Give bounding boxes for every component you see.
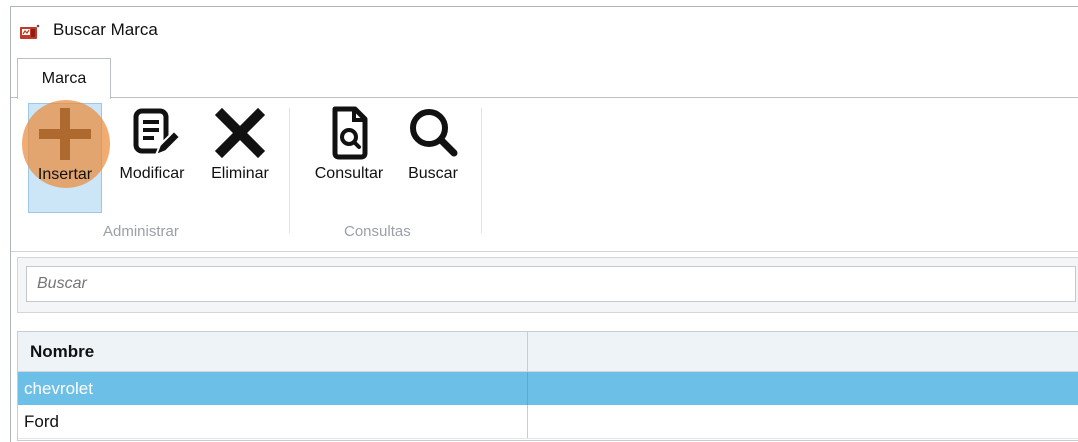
cell-empty [528,405,1078,438]
window-title: Buscar Marca [53,20,158,39]
modificar-button[interactable]: Modificar [106,103,198,211]
group-divider [289,108,290,233]
consultar-button[interactable]: Consultar [303,103,395,211]
app-window-icon [20,24,40,39]
magnifier-icon [410,109,458,157]
cell-nombre: Ford [18,405,528,438]
consultar-label: Consultar [314,165,384,182]
buscar-button[interactable]: Buscar [397,103,469,211]
table-row[interactable]: chevrolet [18,372,1078,405]
ribbon-toolbar: Insertar Modificar Eliminar Administrar [11,97,1078,252]
marcas-grid: Nombre chevrolet Ford [17,331,1078,441]
group-divider [481,108,482,233]
group-label-consultas: Consultas [344,223,411,240]
delete-x-icon [214,107,266,159]
search-panel [17,257,1078,313]
insertar-label: Insertar [37,166,93,183]
group-label-administrar: Administrar [103,223,179,240]
table-row[interactable]: Ford [18,405,1078,439]
title-bar: Buscar Marca [11,7,1078,55]
column-header-empty [528,332,1078,371]
cell-empty [528,372,1078,405]
search-input[interactable] [26,266,1076,302]
buscar-marca-window: Buscar Marca Marca Insertar Modificar El… [10,6,1078,442]
buscar-label: Buscar [408,165,458,182]
grid-header: Nombre [18,332,1078,372]
edit-document-icon [133,108,182,157]
eliminar-button[interactable]: Eliminar [200,103,280,211]
modificar-label: Modificar [119,165,185,182]
insertar-button[interactable]: Insertar [22,100,110,213]
cell-nombre: chevrolet [18,372,528,405]
document-search-icon [332,106,368,160]
column-header-nombre[interactable]: Nombre [18,332,528,371]
tab-marca[interactable]: Marca [17,58,111,99]
eliminar-label: Eliminar [211,165,269,182]
